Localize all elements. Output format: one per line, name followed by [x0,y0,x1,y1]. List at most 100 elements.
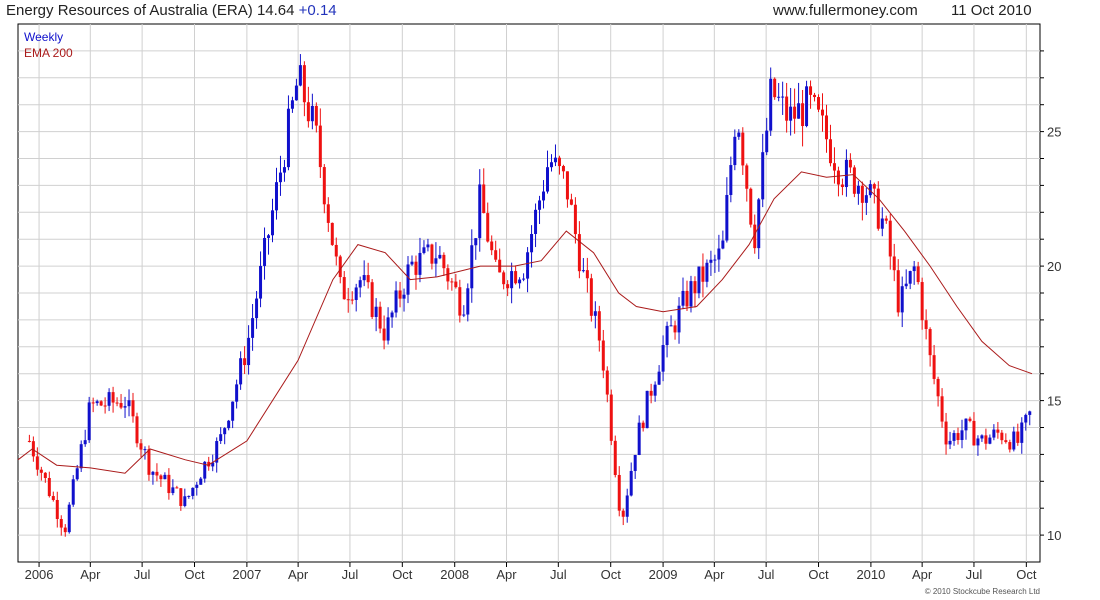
y-tick-label: 25 [1047,125,1061,140]
candle-body [601,340,605,371]
candle-body [247,337,251,366]
candle-body [282,167,286,173]
candle-body [757,199,761,249]
candle-body [745,165,749,189]
candle-body [87,402,91,441]
copyright-text: © 2010 Stockcube Research Ltd [925,587,1040,596]
candle-body [605,370,609,395]
candle-body [641,422,645,429]
y-tick-label: 20 [1047,259,1061,274]
x-tick-label: Apr [704,567,725,582]
candle-body [390,312,394,318]
candle-body [103,405,107,407]
candle-body [908,271,912,284]
candle-body [609,394,613,441]
candle-body [864,195,868,203]
candle-body [657,371,661,385]
candle-body [67,504,71,533]
candle-body [55,499,59,520]
price-chart: 10 15 20 25 2006 Apr Jul Oct 2007 Apr Jul Oct 2008 A… [17,23,1061,596]
candle-body [255,298,259,319]
candle-body [589,278,593,316]
candle-body [785,96,789,121]
candle-body [522,278,526,280]
candle-body [147,449,151,475]
candle-body [856,185,860,194]
candle-body [286,108,290,168]
candle-body [458,287,462,316]
candle-body [151,471,155,475]
candle-body [805,86,809,127]
candle-body [534,209,538,234]
candle-body [585,270,589,279]
candle-body [884,218,888,221]
candle-body [1016,431,1020,443]
candle-body [765,130,769,153]
candle-body [924,320,928,330]
candle-body [398,290,402,299]
candle-body [872,184,876,189]
candle-body [665,325,669,346]
candle-body [342,277,346,300]
candle-body [948,440,952,445]
candle-body [1008,442,1012,450]
candle-body [418,252,422,275]
legend-weekly: Weekly [24,30,63,44]
candle-body [693,281,697,294]
candle-body [984,435,988,444]
candle-body [705,262,709,282]
candle-body [681,290,685,306]
candle-body [187,495,191,497]
candle-body [1004,440,1008,443]
candle-body [406,264,410,295]
x-tick-label: Oct [601,567,622,582]
candle-body [330,222,334,245]
candle-body [526,252,530,279]
candle-body [143,449,147,451]
candle-body [813,94,817,98]
candle-body [239,358,243,385]
candle-body [506,284,510,289]
candle-body [685,290,689,307]
candle-body [1000,432,1004,441]
candle-body [852,167,856,194]
candle-body [952,433,956,441]
candle-body [573,204,577,235]
candle-body [135,416,139,444]
candle-body [338,256,342,278]
candle-body [888,220,892,257]
candle-body [231,401,235,421]
candle-body [848,159,852,168]
candle-body [557,157,561,167]
candle-body [769,78,773,131]
candle-body [577,234,581,272]
candle-body [302,65,306,103]
x-tick-label: Jul [550,567,567,582]
candle-body [478,184,482,239]
candle-body [781,96,785,98]
candle-body [47,477,51,497]
candle-body [430,244,434,264]
candle-body [817,97,821,110]
candle-body [223,428,227,435]
candle-body [306,102,310,122]
candle-body [350,299,354,301]
candle-body [749,188,753,225]
candle-body [880,218,884,229]
candle-body [904,283,908,287]
candle-body [27,440,31,442]
candle-body [944,421,948,445]
grid [18,24,1040,562]
candle-body [175,487,179,489]
candle-body [828,139,832,164]
candle-body [530,233,534,253]
x-tick-label: Jul [134,567,151,582]
candle-body [159,475,163,480]
x-tick-label: Apr [496,567,517,582]
candle-body [326,204,330,223]
candle-body [876,188,880,229]
candle-body [912,266,916,272]
candle-body [797,103,801,119]
candle-body [721,240,725,249]
candle-body [267,235,271,238]
